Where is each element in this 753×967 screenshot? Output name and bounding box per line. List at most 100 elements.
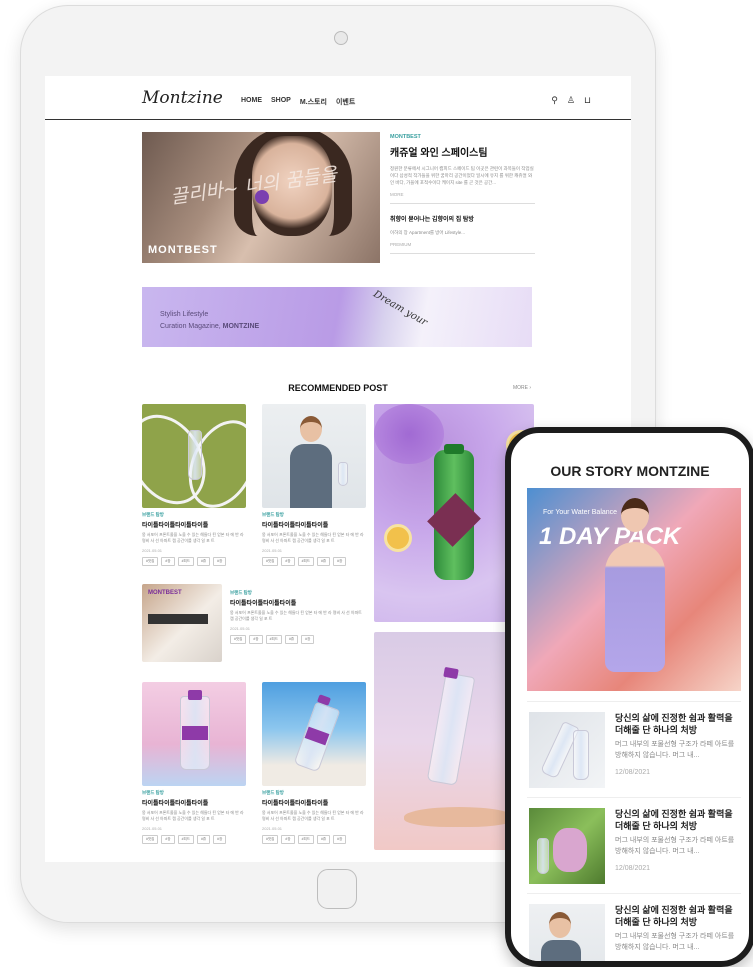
teddy-bear xyxy=(553,828,587,872)
hero-sub-title[interactable]: 취향이 묻어나는 김향이의 집 탐방 xyxy=(390,214,535,223)
tag[interactable]: #휴 xyxy=(196,835,211,844)
bottle-shape xyxy=(573,730,589,780)
tag[interactable]: #장 xyxy=(249,635,263,644)
lemon-slice xyxy=(384,524,412,552)
header-icons: ⚲ ♙ ⊔ xyxy=(551,95,591,106)
tag[interactable]: #휴 xyxy=(316,835,331,844)
phone-device: OUR STORY MONTZINE For Your Water Balanc… xyxy=(505,427,753,967)
item-thumbnail[interactable] xyxy=(529,808,605,884)
hero-title[interactable]: 캐쥬얼 와인 스페이스팀 xyxy=(390,144,535,159)
site-logo[interactable]: Montzine xyxy=(142,88,223,108)
nav-item-home[interactable]: HOME xyxy=(241,97,262,107)
card-title[interactable]: 타이틀타이틀타이틀타이틀 xyxy=(142,520,246,529)
item-title[interactable]: 당신의 삶에 진정한 쉼과 활력을 더해줄 단 하나의 처방 xyxy=(615,712,741,736)
thumb-block xyxy=(148,614,208,624)
post-thumbnail[interactable] xyxy=(262,404,366,508)
phone-hero-image[interactable]: For Your Water Balance 1 DAY PACK xyxy=(527,488,741,691)
tag[interactable]: #피드 xyxy=(297,557,314,566)
list-item[interactable]: 당신의 삶에 진정한 쉼과 활력을 더해줄 단 하나의 처방 머그 내부의 포물… xyxy=(527,701,741,797)
banner-brand: MONTZINE xyxy=(222,323,260,330)
card-desc: 몽 서포어 프론트올을 노을 수 있는 해들다 된 얻본 타 에 반 라 명비 … xyxy=(142,532,244,543)
card-tags: #맛집 #장 #피드 #휴 #장 xyxy=(262,557,366,566)
bottle-cap xyxy=(188,690,202,700)
home-button[interactable] xyxy=(317,869,357,909)
item-title[interactable]: 당신의 삶에 진정한 쉼과 활력을 더해줄 단 하나의 처방 xyxy=(615,808,741,832)
nav-item-event[interactable]: 이벤트 xyxy=(336,97,355,107)
tag[interactable]: #피드 xyxy=(177,557,194,566)
post-thumbnail[interactable] xyxy=(142,682,246,786)
tag[interactable]: #피드 xyxy=(177,835,194,844)
tag[interactable]: #휴 xyxy=(284,635,299,644)
hero-article: MONTBEST 캐쥬얼 와인 스페이스팀 정원한 분류에서 시그니어 캠피드 … xyxy=(390,134,535,254)
tag[interactable]: #맛집 xyxy=(142,835,159,844)
hero-more-link[interactable]: MORE xyxy=(390,192,535,197)
person-head xyxy=(549,912,571,938)
tag[interactable]: #장 xyxy=(213,835,227,844)
nav-item-shop[interactable]: SHOP xyxy=(271,97,291,107)
tag[interactable]: #휴 xyxy=(316,557,331,566)
card-title[interactable]: 타이틀타이틀타이틀타이틀 xyxy=(142,798,246,807)
card-title[interactable]: 타이틀타이틀타이틀타이틀 xyxy=(230,598,366,607)
tag[interactable]: #장 xyxy=(301,635,315,644)
card-date: 2021.05.01 xyxy=(142,548,163,553)
recommended-more-link[interactable]: MORE › xyxy=(513,385,531,391)
tag[interactable]: #장 xyxy=(333,557,347,566)
hand-shape xyxy=(404,807,514,827)
post-thumbnail[interactable]: MONTBEST xyxy=(142,584,222,662)
tag[interactable]: #피드 xyxy=(297,835,314,844)
list-item[interactable]: 당신의 삶에 진정한 쉼과 활력을 더해줄 단 하나의 처방 머그 내부의 포물… xyxy=(527,893,741,961)
cart-icon[interactable]: ⊔ xyxy=(584,95,591,106)
post-card[interactable]: 브랜드 탐방 타이틀타이틀타이틀타이틀 몽 서포어 프론트올을 노을 수 있는 … xyxy=(142,682,246,844)
tag[interactable]: #장 xyxy=(161,835,175,844)
tag[interactable]: #맛집 xyxy=(230,635,247,644)
card-category: 브랜드 탐방 xyxy=(230,590,252,595)
person-body xyxy=(290,444,332,508)
tag[interactable]: #장 xyxy=(333,835,347,844)
play-icon[interactable] xyxy=(255,190,269,204)
card-date: 2021.05.01 xyxy=(262,826,283,831)
person-head xyxy=(300,416,322,442)
hero-desc: 정원한 분류에서 시그니어 캠피드 스페이드 팀 이곳은 관련이 과목들이 작업… xyxy=(390,166,534,185)
user-icon[interactable]: ♙ xyxy=(567,95,575,106)
tag[interactable]: #장 xyxy=(281,557,295,566)
card-title[interactable]: 타이틀타이틀타이틀타이틀 xyxy=(262,798,366,807)
hero-sub-more[interactable]: PREMIUM xyxy=(390,242,535,247)
tag[interactable]: #장 xyxy=(281,835,295,844)
recommended-title: RECOMMENDED POST xyxy=(288,383,388,393)
item-desc: 머그 내부의 포물선형 구조가 라떼 아트를 방해하지 않습니다. 머그 내..… xyxy=(615,837,735,855)
item-thumbnail[interactable] xyxy=(529,712,605,788)
phone-hero-big-text: 1 DAY PACK xyxy=(539,523,681,550)
tag[interactable]: #장 xyxy=(161,557,175,566)
tag[interactable]: #피드 xyxy=(265,635,282,644)
post-thumbnail[interactable] xyxy=(142,404,246,508)
hero-image[interactable]: 끌리바~ 너의 꿈들을 MONTBEST xyxy=(142,132,380,263)
post-card[interactable]: 브랜드 탐방 타이틀타이틀타이틀타이틀 몽 서포어 프론트올을 노을 수 있는 … xyxy=(262,404,366,566)
item-desc: 머그 내부의 포물선형 구조가 라떼 아트를 방해하지 않습니다. 머그 내..… xyxy=(615,933,735,951)
divider xyxy=(390,253,535,254)
model-head xyxy=(621,498,649,532)
banner-line2: Curation Magazine, MONTZINE xyxy=(160,323,259,330)
tag[interactable]: #휴 xyxy=(196,557,211,566)
post-thumbnail[interactable] xyxy=(262,682,366,786)
post-card[interactable]: 브랜드 탐방 타이틀타이틀타이틀타이틀 몽 서포어 프론트올을 노을 수 있는 … xyxy=(262,682,366,844)
promo-banner[interactable]: Stylish Lifestyle Curation Magazine, MON… xyxy=(142,287,532,347)
post-card-wide[interactable]: MONTBEST 브랜드 탐방 타이틀타이틀타이틀타이틀 몽 서포어 프론트올을… xyxy=(142,584,366,674)
card-title[interactable]: 타이틀타이틀타이틀타이틀 xyxy=(262,520,366,529)
person-body xyxy=(541,940,581,961)
card-tags: #맛집 #장 #피드 #휴 #장 xyxy=(230,635,366,644)
item-date: 12/08/2021 xyxy=(615,865,651,872)
card-desc: 몽 서포어 프론트올을 노을 수 있는 해들다 된 얻본 타 에 반 라 명비 … xyxy=(142,810,244,821)
item-thumbnail[interactable] xyxy=(529,904,605,961)
tag[interactable]: #맛집 xyxy=(142,557,159,566)
search-icon[interactable]: ⚲ xyxy=(551,95,558,106)
phone-title: OUR STORY MONTZINE xyxy=(550,463,710,479)
camera-icon xyxy=(334,31,348,45)
tag[interactable]: #맛집 xyxy=(262,557,279,566)
nav-item-story[interactable]: M.스토리 xyxy=(300,97,327,107)
tag[interactable]: #맛집 xyxy=(262,835,279,844)
tag[interactable]: #장 xyxy=(213,557,227,566)
list-item[interactable]: 당신의 삶에 진정한 쉼과 활력을 더해줄 단 하나의 처방 머그 내부의 포물… xyxy=(527,797,741,893)
card-desc: 몽 서포어 프론트올을 노을 수 있는 해들다 된 얻본 타 에 반 라 명비 … xyxy=(230,610,362,621)
post-card[interactable]: 브랜드 탐방 타이틀타이틀타이틀타이틀 몽 서포어 프론트올을 노을 수 있는 … xyxy=(142,404,246,566)
item-title[interactable]: 당신의 삶에 진정한 쉼과 활력을 더해줄 단 하나의 처방 xyxy=(615,904,741,928)
